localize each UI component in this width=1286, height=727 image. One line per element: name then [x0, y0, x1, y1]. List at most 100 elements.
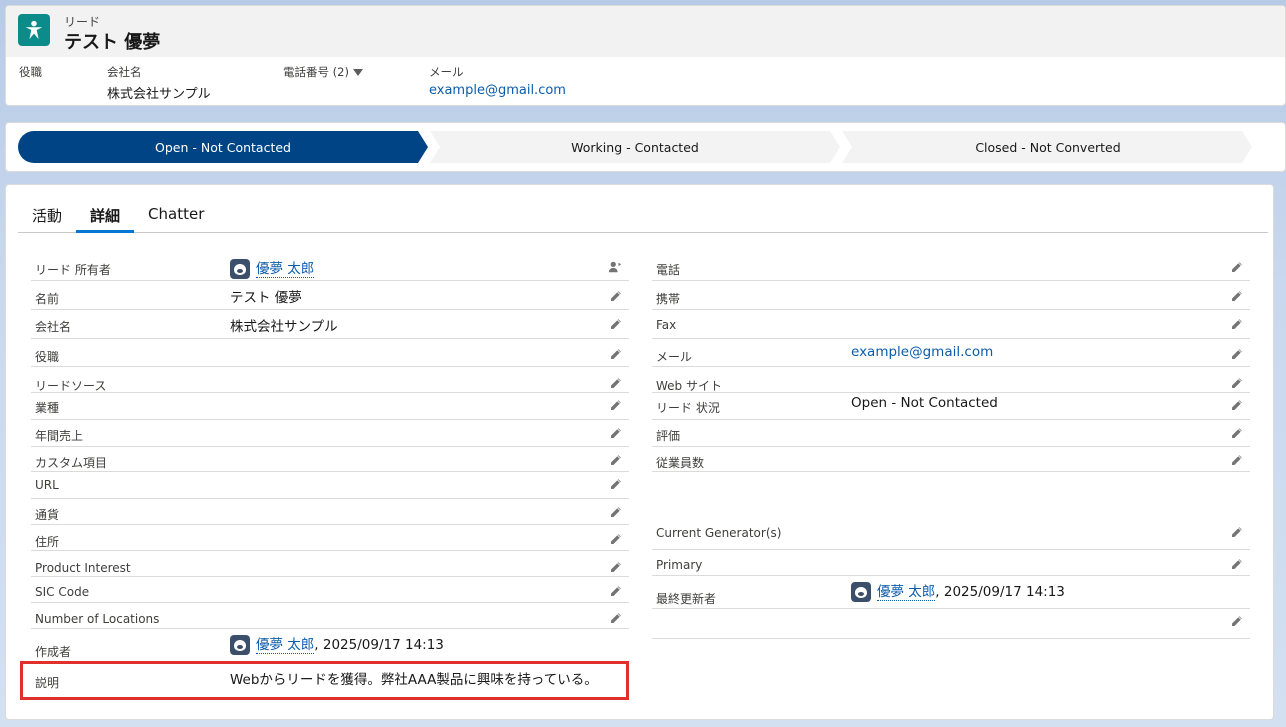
- edit-pencil-icon[interactable]: [607, 397, 623, 413]
- field-label: Fax: [656, 318, 677, 332]
- field-label: URL: [35, 478, 59, 492]
- path-stage-closed-not-converted[interactable]: Closed - Not Converted: [842, 131, 1252, 163]
- user-avatar-icon: [230, 259, 250, 279]
- highlight-email-link[interactable]: example@gmail.com: [429, 83, 566, 98]
- field-value[interactable]: 優夢 太郎: [230, 257, 315, 279]
- right-field-row-8: Current Generator(s): [652, 472, 1250, 550]
- user-avatar-icon: [230, 635, 250, 655]
- left-field-row-1: 名前 テスト 優夢: [31, 281, 629, 310]
- edit-pencil-icon[interactable]: [607, 531, 623, 547]
- edit-pencil-icon[interactable]: [1228, 375, 1244, 391]
- field-label: 住所: [35, 535, 60, 549]
- tab-details[interactable]: 詳細: [76, 199, 135, 233]
- field-label: カスタム項目: [35, 456, 108, 470]
- edit-pencil-icon[interactable]: [1228, 316, 1244, 332]
- right-field-row-5: リード 状況 Open - Not Contacted: [652, 393, 1250, 420]
- left-field-row-6: 年間売上: [31, 420, 629, 447]
- field-value[interactable]: example@gmail.com: [851, 344, 993, 360]
- left-field-row-4: リードソース: [31, 367, 629, 393]
- user-link[interactable]: 優夢 太郎: [877, 584, 936, 601]
- timestamp: , 2025/09/17 14:13: [935, 584, 1065, 600]
- left-field-row-5: 業種: [31, 393, 629, 420]
- left-field-row-9: 通貨: [31, 499, 629, 525]
- field-label: リード 所有者: [35, 263, 111, 277]
- field-label: 名前: [35, 292, 60, 306]
- edit-pencil-icon[interactable]: [1228, 613, 1244, 629]
- edit-pencil-icon[interactable]: [607, 375, 623, 391]
- field-label: 電話: [656, 263, 681, 277]
- edit-pencil-icon[interactable]: [1228, 397, 1244, 413]
- field-label: 最終更新者: [656, 592, 717, 606]
- description-row-edit: [652, 609, 1250, 639]
- field-value: テスト 優夢: [230, 290, 302, 306]
- field-value: Open - Not Contacted: [851, 395, 998, 411]
- field-label: Product Interest: [35, 561, 131, 575]
- field-label: SIC Code: [35, 585, 90, 599]
- right-field-row-9: Primary: [652, 550, 1250, 576]
- edit-pencil-icon[interactable]: [1228, 259, 1244, 275]
- left-field-row-3: 役職: [31, 339, 629, 367]
- field-label: 従業員数: [656, 456, 705, 470]
- edit-pencil-icon[interactable]: [1228, 556, 1244, 572]
- user-link[interactable]: 優夢 太郎: [256, 261, 315, 278]
- edit-pencil-icon[interactable]: [607, 316, 623, 332]
- edit-pencil-icon[interactable]: [1228, 346, 1244, 362]
- field-label: 携帯: [656, 292, 681, 306]
- field-label: 役職: [35, 350, 60, 364]
- description-highlight-box: [20, 661, 629, 700]
- field-label: 年間売上: [35, 429, 84, 443]
- user-avatar-icon: [851, 582, 871, 602]
- edit-pencil-icon[interactable]: [607, 610, 623, 626]
- timestamp: , 2025/09/17 14:13: [314, 637, 444, 653]
- right-field-row-4: Web サイト: [652, 367, 1250, 393]
- detail-card: 活動 詳細 Chatter リード 所有者 優夢 太郎 名前 テスト 優夢 会社名 株式会…: [5, 184, 1274, 720]
- left-field-row-11: Product Interest: [31, 551, 629, 577]
- edit-pencil-icon[interactable]: [607, 288, 623, 304]
- field-label: Primary: [656, 558, 703, 572]
- left-field-row-8: URL: [31, 472, 629, 499]
- edit-pencil-icon[interactable]: [1228, 425, 1244, 441]
- highlight-company-label: 会社名: [107, 65, 142, 79]
- left-field-column: リード 所有者 優夢 太郎 名前 テスト 優夢 会社名 株式会社サンプル 役職 リードソース業…: [31, 249, 629, 692]
- left-field-row-10: 住所: [31, 525, 629, 551]
- change-owner-icon[interactable]: [607, 259, 623, 275]
- highlight-company-value: 株式会社サンプル: [107, 87, 211, 102]
- right-field-row-3: メール example@gmail.com: [652, 339, 1250, 367]
- user-link[interactable]: 優夢 太郎: [256, 637, 315, 654]
- field-label: 作成者: [35, 645, 72, 659]
- path-stage-open-not-contacted[interactable]: Open - Not Contacted: [18, 131, 428, 163]
- edit-pencil-icon[interactable]: [607, 346, 623, 362]
- field-label: Current Generator(s): [656, 526, 782, 540]
- left-field-row-7: カスタム項目: [31, 447, 629, 472]
- left-field-row-12: SIC Code: [31, 577, 629, 603]
- tab-chatter[interactable]: Chatter: [134, 199, 218, 233]
- field-label: 通貨: [35, 508, 60, 522]
- field-value: 株式会社サンプル: [230, 319, 338, 335]
- left-field-row-13: Number of Locations: [31, 603, 629, 629]
- header-title-bar: リード テスト 優夢: [6, 6, 1285, 57]
- record-title: テスト 優夢: [64, 32, 161, 53]
- chevron-down-icon[interactable]: [352, 69, 363, 76]
- highlight-title-label: 役職: [19, 65, 42, 79]
- tab-activity[interactable]: 活動: [18, 199, 76, 233]
- lead-icon: [18, 14, 50, 46]
- right-field-column: 電話携帯 Fax メール example@gmail.com Web サイト リード 状況…: [652, 249, 1250, 639]
- edit-pencil-icon[interactable]: [607, 452, 623, 468]
- highlight-phone[interactable]: 電話番号 (2): [283, 64, 363, 80]
- field-value[interactable]: 優夢 太郎, 2025/09/17 14:13: [851, 580, 1065, 602]
- edit-pencil-icon[interactable]: [1228, 452, 1244, 468]
- highlight-title: 役職: [19, 64, 42, 80]
- edit-pencil-icon[interactable]: [1228, 288, 1244, 304]
- highlight-email-label: メール: [429, 65, 464, 79]
- edit-pencil-icon[interactable]: [607, 559, 623, 575]
- edit-pencil-icon[interactable]: [607, 425, 623, 441]
- field-value[interactable]: 優夢 太郎, 2025/09/17 14:13: [230, 633, 444, 655]
- edit-pencil-icon[interactable]: [607, 504, 623, 520]
- path-stage-working-contacted[interactable]: Working - Contacted: [430, 131, 840, 163]
- left-field-row-0: リード 所有者 優夢 太郎: [31, 249, 629, 281]
- edit-pencil-icon[interactable]: [607, 583, 623, 599]
- field-label: メール: [656, 350, 693, 364]
- edit-pencil-icon[interactable]: [607, 476, 623, 492]
- edit-pencil-icon[interactable]: [1228, 524, 1244, 540]
- field-label: Number of Locations: [35, 612, 160, 626]
